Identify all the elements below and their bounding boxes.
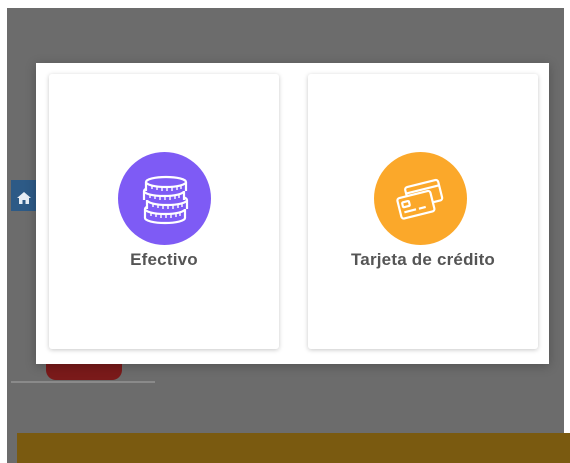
coins-icon-circle [118,152,211,245]
background-left-edge [0,0,7,463]
home-button [11,180,37,211]
credit-cards-icon [395,178,443,220]
background-divider [11,381,155,383]
background-right-edge [564,0,570,463]
coins-icon [142,175,188,224]
payment-option-cash-label: Efectivo [130,250,198,269]
background-bottom-bar [17,433,570,463]
background-product-image [46,362,122,380]
credit-cards-icon-circle [374,152,467,245]
payment-option-credit-card-label: Tarjeta de crédito [350,250,496,269]
payment-method-modal: Efectivo Tarjeta de crédito [36,63,549,364]
payment-option-credit-card[interactable]: Tarjeta de crédito [308,74,538,349]
home-icon [17,192,31,204]
background-top-edge [0,0,570,8]
payment-option-cash[interactable]: Efectivo [49,74,279,349]
